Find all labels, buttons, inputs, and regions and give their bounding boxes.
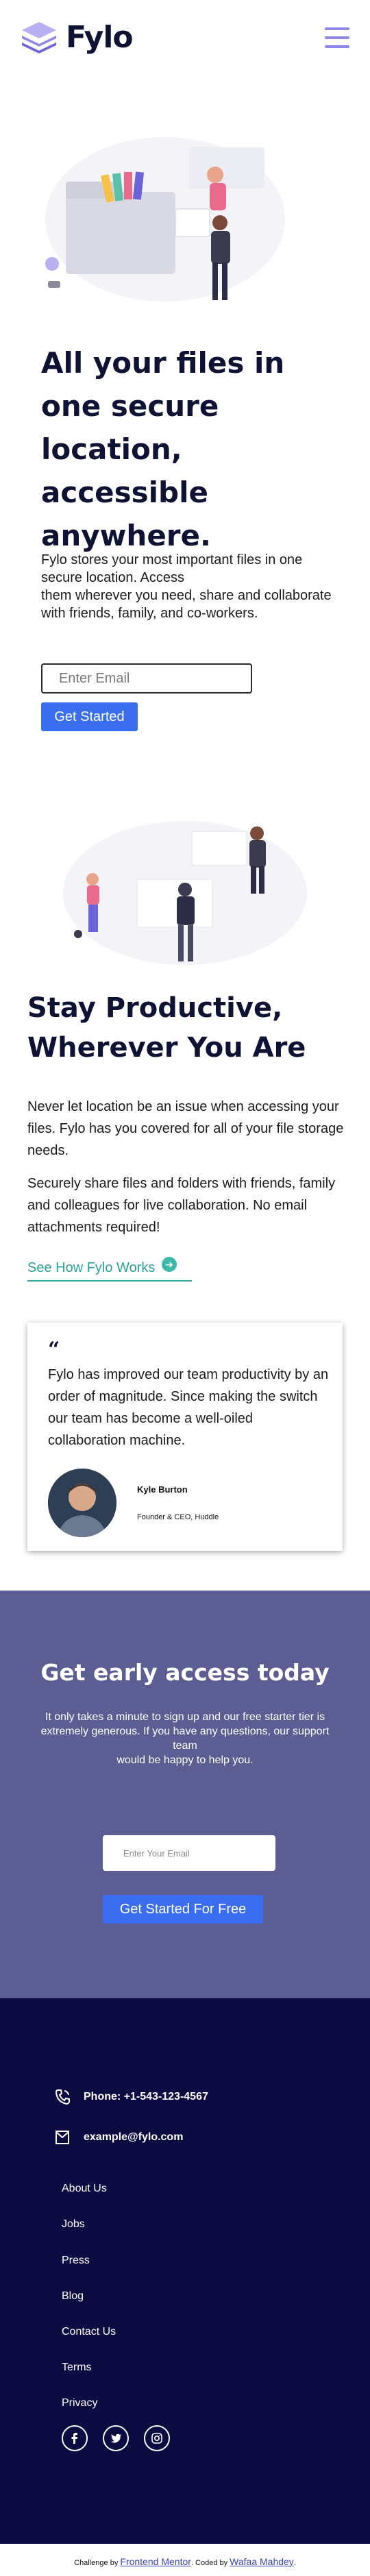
- footer-link-contact-us[interactable]: Contact Us: [62, 2326, 116, 2338]
- attribution-suffix: .: [293, 2559, 296, 2567]
- early-access-email-input[interactable]: [103, 1835, 275, 1871]
- footer-link-about-us[interactable]: About Us: [62, 2183, 107, 2195]
- twitter-icon[interactable]: [103, 2425, 129, 2451]
- early-access-title: Get early access today: [40, 1659, 330, 1686]
- get-started-button[interactable]: Get Started: [41, 702, 138, 731]
- hero-description-line2: them wherever you need, share and collab…: [41, 588, 332, 621]
- email-icon: [56, 2131, 69, 2144]
- brand-name: Fylo: [66, 19, 134, 55]
- productive-paragraph-1: Never let location be an issue when acce…: [27, 1099, 344, 1158]
- phone-text: Phone: +1-543-123-4567: [84, 2091, 208, 2102]
- email-text: example@fylo.com: [84, 2131, 184, 2143]
- hamburger-menu-icon[interactable]: [325, 27, 349, 48]
- instagram-icon[interactable]: [144, 2425, 170, 2451]
- arrow-right-icon[interactable]: ➔: [162, 1257, 177, 1272]
- early-access-description-line2: would be happy to help you.: [116, 1754, 254, 1766]
- hero-email-input[interactable]: [41, 663, 252, 694]
- footer-link-press[interactable]: Press: [62, 2255, 90, 2267]
- footer-email: example@fylo.com: [55, 2129, 183, 2146]
- site-footer: Phone: +1-543-123-4567 example@fylo.com …: [0, 1998, 370, 2544]
- hero-description: Fylo stores your most important files in…: [41, 551, 336, 622]
- productive-title: Stay Productive, Wherever You Are: [27, 992, 306, 1064]
- footer-phone: Phone: +1-543-123-4567: [55, 2089, 208, 2105]
- early-access-section: Get early access today It only takes a m…: [0, 1591, 370, 1998]
- attribution-middle: . Coded by: [190, 2559, 228, 2567]
- hero-description-line1: Fylo stores your most important files in…: [41, 552, 303, 585]
- productive-illustration: [62, 814, 308, 972]
- testimonial-name: Kyle Burton: [137, 1484, 188, 1495]
- hero-illustration: [38, 127, 285, 312]
- frontend-mentor-link[interactable]: Frontend Mentor: [120, 2556, 191, 2567]
- layers-logo-icon: [22, 22, 56, 53]
- early-access-description: It only takes a minute to sign up and ou…: [31, 1710, 339, 1767]
- productive-paragraph-2: Securely share files and folders with fr…: [27, 1176, 336, 1235]
- attribution-prefix: Challenge by: [74, 2559, 119, 2567]
- get-started-for-free-button[interactable]: Get Started For Free: [103, 1895, 263, 1924]
- avatar: [48, 1469, 116, 1537]
- footer-link-terms[interactable]: Terms: [62, 2362, 92, 2374]
- landing-page: Fylo All your files in one secure locati…: [0, 0, 370, 2576]
- hero-title: All your files in one secure location, a…: [41, 346, 285, 552]
- site-header: Fylo: [0, 0, 370, 75]
- author-link[interactable]: Wafaa Mahdey: [230, 2556, 294, 2567]
- footer-link-jobs[interactable]: Jobs: [62, 2218, 85, 2231]
- testimonial-role: Founder & CEO, Huddle: [137, 1513, 219, 1521]
- phone-icon: [55, 2089, 70, 2105]
- brand-logo[interactable]: Fylo: [19, 19, 134, 55]
- testimonial-text: Fylo has improved our team productivity …: [48, 1367, 329, 1448]
- early-access-description-line1: It only takes a minute to sign up and ou…: [40, 1711, 330, 1752]
- footer-link-blog[interactable]: Blog: [62, 2290, 84, 2303]
- facebook-icon[interactable]: [62, 2425, 88, 2451]
- testimonial-card: “ Fylo has improved our team productivit…: [27, 1323, 343, 1551]
- social-links: [62, 2425, 170, 2451]
- quote-icon: “: [48, 1338, 60, 1362]
- footer-link-privacy[interactable]: Privacy: [62, 2397, 97, 2409]
- attribution: Challenge by Frontend Mentor. Coded by W…: [0, 2550, 370, 2576]
